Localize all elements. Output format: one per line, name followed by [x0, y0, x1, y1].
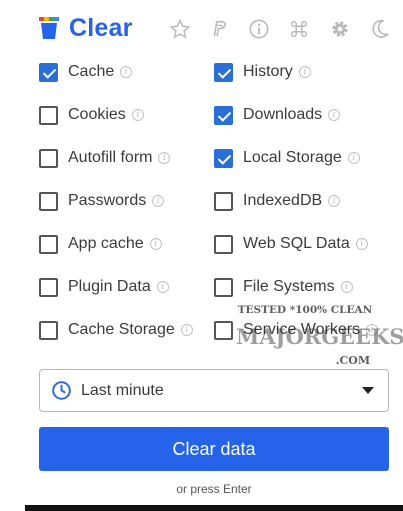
paypal-icon[interactable]	[208, 18, 230, 40]
chevron-down-icon[interactable]	[362, 387, 374, 394]
option-cache-storage[interactable]: Cache Storage i	[39, 318, 193, 342]
info-icon: i	[328, 195, 341, 207]
cache-storage-checkbox[interactable]	[39, 320, 58, 340]
option-label: File Systems	[243, 278, 335, 295]
watermark-line-3: .COM	[335, 354, 370, 367]
option-label: App cache	[68, 235, 144, 252]
trash-bin-logo-icon	[38, 16, 60, 40]
option-history[interactable]: History i	[214, 60, 311, 84]
bottom-bar	[25, 505, 403, 511]
option-label: Local Storage	[243, 149, 342, 166]
header: Clear	[0, 0, 403, 58]
info-icon: i	[298, 66, 311, 78]
option-label: Cache	[68, 63, 115, 80]
info-icon: i	[120, 66, 133, 78]
option-label: Downloads	[243, 106, 323, 123]
option-plugin-data[interactable]: Plugin Data i	[39, 275, 169, 299]
option-label: Cache Storage	[68, 321, 175, 338]
info-icon: i	[158, 152, 171, 164]
info-icon: i	[347, 152, 360, 164]
info-icon[interactable]	[248, 18, 270, 40]
local-storage-checkbox[interactable]	[214, 148, 233, 168]
info-icon: i	[366, 324, 379, 336]
option-file-systems[interactable]: File Systems i	[214, 275, 353, 299]
watermark-line-1: TESTED *100% CLEAN	[237, 304, 373, 316]
clock-icon	[52, 381, 71, 400]
option-web-sql-data[interactable]: Web SQL Data i	[214, 232, 368, 256]
option-cookies[interactable]: Cookies i	[39, 103, 144, 127]
option-label: IndexedDB	[243, 192, 323, 209]
option-label: Plugin Data	[68, 278, 151, 295]
info-icon: i	[340, 281, 353, 293]
option-label: Cookies	[68, 106, 126, 123]
time-range-select[interactable]: Last minute	[39, 369, 389, 412]
downloads-checkbox[interactable]	[214, 105, 233, 125]
info-icon: i	[156, 281, 169, 293]
enter-hint: or press Enter	[176, 482, 252, 496]
option-passwords[interactable]: Passwords i	[39, 189, 165, 213]
command-icon[interactable]	[288, 18, 310, 40]
option-indexeddb[interactable]: IndexedDB i	[214, 189, 341, 213]
option-label: Web SQL Data	[243, 235, 350, 252]
file-systems-checkbox[interactable]	[214, 277, 233, 297]
option-local-storage[interactable]: Local Storage i	[214, 146, 360, 170]
cache-checkbox[interactable]	[39, 62, 58, 82]
clear-data-button[interactable]: Clear data	[39, 427, 389, 471]
info-icon: i	[328, 109, 341, 121]
app-cache-checkbox[interactable]	[39, 234, 58, 254]
option-autofill-form[interactable]: Autofill form i	[39, 146, 171, 170]
time-range-value: Last minute	[81, 382, 164, 399]
info-icon: i	[131, 109, 144, 121]
option-app-cache[interactable]: App cache i	[39, 232, 162, 256]
moon-icon[interactable]	[369, 18, 391, 40]
option-downloads[interactable]: Downloads i	[214, 103, 341, 127]
option-label: Autofill form	[68, 149, 153, 166]
option-label: Passwords	[68, 192, 147, 209]
history-checkbox[interactable]	[214, 62, 233, 82]
gear-icon[interactable]	[329, 18, 351, 40]
service-workers-checkbox[interactable]	[214, 320, 233, 340]
autofill-form-checkbox[interactable]	[39, 148, 58, 168]
web-sql-data-checkbox[interactable]	[214, 234, 233, 254]
option-service-workers[interactable]: Service Workers i	[214, 318, 379, 342]
option-label: History	[243, 63, 293, 80]
indexeddb-checkbox[interactable]	[214, 191, 233, 211]
option-cache[interactable]: Cache i	[39, 60, 133, 84]
cookies-checkbox[interactable]	[39, 105, 58, 125]
star-icon[interactable]	[169, 18, 191, 40]
passwords-checkbox[interactable]	[39, 191, 58, 211]
app-title: Clear	[69, 14, 133, 42]
plugin-data-checkbox[interactable]	[39, 277, 58, 297]
info-icon: i	[355, 238, 368, 250]
info-icon: i	[149, 238, 162, 250]
info-icon: i	[152, 195, 165, 207]
info-icon: i	[180, 324, 193, 336]
option-label: Service Workers	[243, 321, 361, 338]
